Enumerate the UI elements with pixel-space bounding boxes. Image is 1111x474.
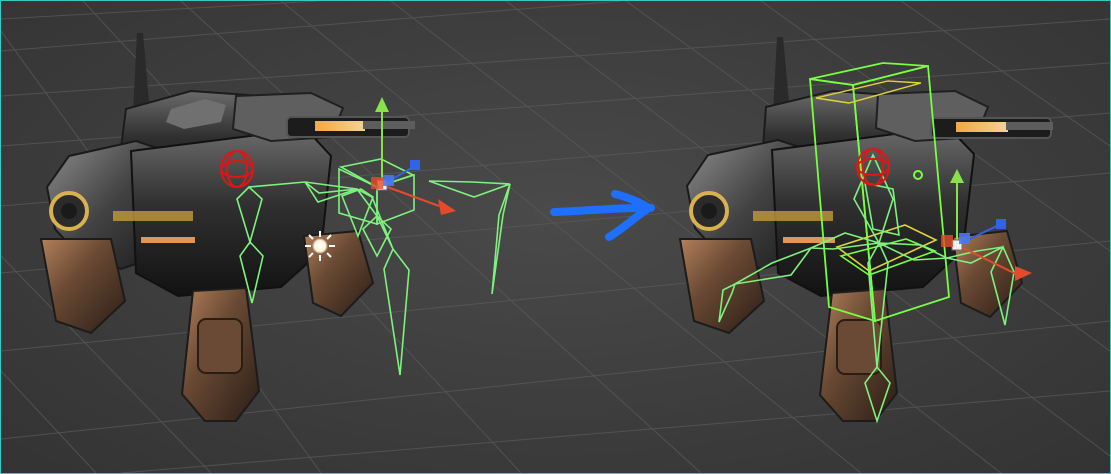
front-left-leg <box>39 238 127 335</box>
front-left-leg <box>678 238 766 335</box>
antenna <box>133 33 150 113</box>
z-axis-box[interactable] <box>410 160 420 170</box>
antenna <box>773 37 790 112</box>
cannon-barrel <box>1006 122 1053 130</box>
far-right-bone-upper <box>428 180 511 198</box>
plane-handle-red[interactable] <box>371 177 383 189</box>
z-axis-box[interactable] <box>996 219 1006 229</box>
mech-model-before[interactable] <box>39 33 415 422</box>
left-lens-core <box>61 203 77 219</box>
arrow-right-icon <box>550 190 655 241</box>
scene-viewport[interactable] <box>0 0 1111 474</box>
cannon-glow <box>956 122 1008 132</box>
cannon-barrel <box>363 121 415 129</box>
left-glow-strip <box>141 237 195 243</box>
left-lens-core <box>701 203 717 219</box>
x-axis-arrow[interactable] <box>438 199 456 215</box>
inner-bone-left <box>340 188 374 239</box>
far-right-bone-lower <box>491 183 511 295</box>
y-axis-arrow[interactable] <box>375 97 389 112</box>
left-stripe <box>113 211 193 221</box>
plane-handle-red[interactable] <box>941 235 953 247</box>
plane-handle-blue[interactable] <box>383 175 394 186</box>
scene-view[interactable] <box>1 1 1110 473</box>
rear-leg-armor <box>197 318 243 374</box>
x-axis-handle[interactable] <box>381 184 440 207</box>
light-icon[interactable] <box>305 231 335 261</box>
plane-handle-blue[interactable] <box>959 233 970 244</box>
cannon-glow <box>315 121 365 131</box>
x-axis-arrow[interactable] <box>1015 266 1032 281</box>
